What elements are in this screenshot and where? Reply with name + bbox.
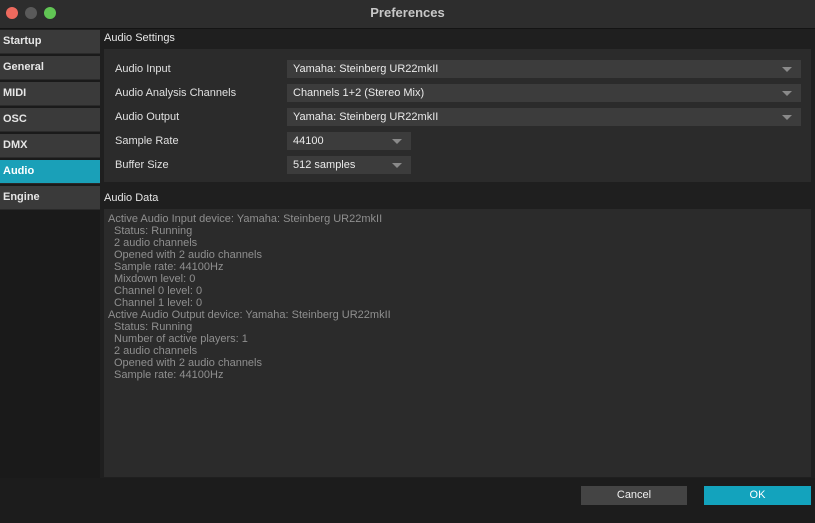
sidebar-item-audio[interactable]: Audio — [0, 160, 100, 184]
audio-data-line: Active Audio Input device: Yamaha: Stein… — [108, 213, 383, 225]
sample-rate-value: 44100 — [293, 135, 324, 147]
audio-settings-header: Audio Settings — [104, 32, 175, 44]
audio-data-line: Active Audio Output device: Yamaha: Stei… — [108, 309, 391, 321]
audio-data-line: Opened with 2 audio channels — [114, 357, 262, 369]
audio-analysis-channels-select[interactable]: Channels 1+2 (Stereo Mix) — [287, 84, 801, 102]
audio-settings-panel: Audio Input Yamaha: Steinberg UR22mkII A… — [104, 49, 811, 182]
buffer-size-label: Buffer Size — [115, 159, 169, 171]
audio-data-line: Mixdown level: 0 — [114, 273, 196, 285]
preferences-window: Preferences Startup General MIDI OSC DMX… — [0, 0, 815, 523]
sidebar-item-osc[interactable]: OSC — [0, 108, 100, 132]
audio-input-value: Yamaha: Steinberg UR22mkII — [293, 63, 439, 75]
audio-output-select[interactable]: Yamaha: Steinberg UR22mkII — [287, 108, 801, 126]
sample-rate-select[interactable]: 44100 — [287, 132, 411, 150]
audio-data-line: Opened with 2 audio channels — [114, 249, 262, 261]
sidebar-item-engine[interactable]: Engine — [0, 186, 100, 210]
audio-data-line: Channel 1 level: 0 — [114, 297, 203, 309]
buffer-size-select[interactable]: 512 samples — [287, 156, 411, 174]
ok-button[interactable]: OK — [704, 486, 811, 505]
buffer-size-value: 512 samples — [293, 159, 356, 171]
audio-output-value: Yamaha: Steinberg UR22mkII — [293, 111, 439, 123]
chevron-down-icon — [782, 91, 792, 96]
sample-rate-label: Sample Rate — [115, 135, 179, 147]
audio-data-line: Sample rate: 44100Hz — [114, 369, 224, 381]
chevron-down-icon — [782, 115, 792, 120]
audio-input-label: Audio Input — [115, 63, 171, 75]
audio-data-header: Audio Data — [104, 192, 159, 204]
audio-analysis-channels-value: Channels 1+2 (Stereo Mix) — [293, 87, 425, 99]
dialog-footer: Cancel OK — [0, 478, 815, 523]
audio-output-label: Audio Output — [115, 111, 180, 123]
audio-data-line: Status: Running — [114, 225, 193, 237]
audio-data-log: Active Audio Input device: Yamaha: Stein… — [108, 213, 391, 381]
audio-analysis-channels-label: Audio Analysis Channels — [115, 87, 237, 99]
preferences-sidebar: Startup General MIDI OSC DMX Audio Engin… — [0, 30, 100, 478]
cancel-button[interactable]: Cancel — [581, 486, 687, 505]
chevron-down-icon — [392, 139, 402, 144]
audio-data-panel: Active Audio Input device: Yamaha: Stein… — [104, 209, 811, 477]
title-bar: Preferences — [0, 0, 815, 29]
audio-data-line: Status: Running — [114, 321, 193, 333]
audio-data-line: 2 audio channels — [114, 237, 198, 249]
sidebar-item-midi[interactable]: MIDI — [0, 82, 100, 106]
chevron-down-icon — [782, 67, 792, 72]
chevron-down-icon — [392, 163, 402, 168]
sidebar-item-dmx[interactable]: DMX — [0, 134, 100, 158]
window-title: Preferences — [370, 5, 445, 20]
sidebar-item-startup[interactable]: Startup — [0, 30, 100, 54]
audio-data-line: Channel 0 level: 0 — [114, 285, 203, 297]
sidebar-item-general[interactable]: General — [0, 56, 100, 80]
audio-data-line: 2 audio channels — [114, 345, 198, 357]
audio-data-line: Sample rate: 44100Hz — [114, 261, 224, 273]
audio-data-line: Number of active players: 1 — [114, 333, 248, 345]
audio-input-select[interactable]: Yamaha: Steinberg UR22mkII — [287, 60, 801, 78]
